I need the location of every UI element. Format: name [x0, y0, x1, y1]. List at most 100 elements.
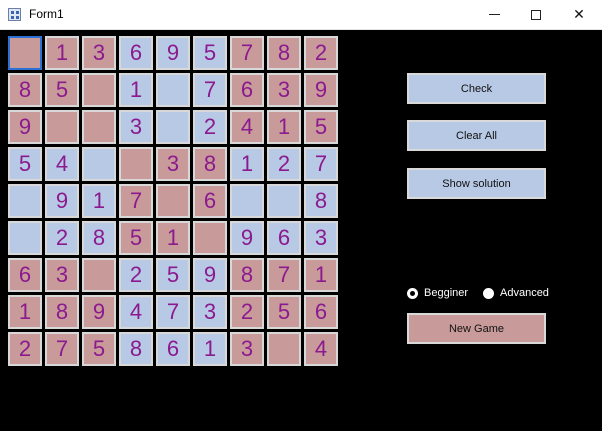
sudoku-cell-r9-c9[interactable]: 4: [304, 332, 338, 366]
maximize-icon: [531, 9, 541, 20]
sudoku-cell-r4-c3[interactable]: [82, 147, 116, 181]
close-button[interactable]: ✕: [556, 0, 602, 29]
sudoku-cell-r1-c5[interactable]: 9: [156, 36, 190, 70]
sudoku-cell-r9-c2[interactable]: 7: [45, 332, 79, 366]
sudoku-cell-r8-c9[interactable]: 6: [304, 295, 338, 329]
sudoku-cell-r8-c6[interactable]: 3: [193, 295, 227, 329]
sudoku-cell-r5-c9[interactable]: 8: [304, 184, 338, 218]
sudoku-cell-r6-c6[interactable]: [193, 221, 227, 255]
sudoku-cell-r3-c7[interactable]: 4: [230, 110, 264, 144]
sudoku-cell-r2-c4[interactable]: 1: [119, 73, 153, 107]
beginner-radio-dot[interactable]: [407, 287, 418, 299]
sudoku-cell-r7-c5[interactable]: 5: [156, 258, 190, 292]
sudoku-cell-r7-c1[interactable]: 6: [8, 258, 42, 292]
sudoku-cell-r1-c8[interactable]: 8: [267, 36, 301, 70]
sudoku-cell-r7-c3[interactable]: [82, 258, 116, 292]
sudoku-cell-r3-c6[interactable]: 2: [193, 110, 227, 144]
sudoku-cell-r8-c5[interactable]: 7: [156, 295, 190, 329]
sudoku-cell-r6-c3[interactable]: 8: [82, 221, 116, 255]
sudoku-cell-r2-c3[interactable]: [82, 73, 116, 107]
sudoku-cell-r7-c6[interactable]: 9: [193, 258, 227, 292]
sudoku-cell-r9-c7[interactable]: 3: [230, 332, 264, 366]
advanced-radio-label: Advanced: [500, 287, 549, 299]
sudoku-cell-r6-c5[interactable]: 1: [156, 221, 190, 255]
sudoku-cell-r2-c5[interactable]: [156, 73, 190, 107]
sudoku-cell-r1-c6[interactable]: 5: [193, 36, 227, 70]
sudoku-cell-r1-c4[interactable]: 6: [119, 36, 153, 70]
sudoku-cell-r1-c7[interactable]: 7: [230, 36, 264, 70]
sudoku-cell-r8-c2[interactable]: 8: [45, 295, 79, 329]
sudoku-cell-r8-c1[interactable]: 1: [8, 295, 42, 329]
sudoku-cell-r9-c5[interactable]: 6: [156, 332, 190, 366]
sudoku-cell-r4-c5[interactable]: 3: [156, 147, 190, 181]
sudoku-cell-r4-c8[interactable]: 2: [267, 147, 301, 181]
sudoku-cell-r7-c9[interactable]: 1: [304, 258, 338, 292]
sudoku-cell-r9-c4[interactable]: 8: [119, 332, 153, 366]
sudoku-cell-r2-c6[interactable]: 7: [193, 73, 227, 107]
check-button-label: Check: [460, 82, 493, 95]
sudoku-cell-r8-c8[interactable]: 5: [267, 295, 301, 329]
sudoku-cell-r2-c7[interactable]: 6: [230, 73, 264, 107]
sudoku-cell-r6-c1[interactable]: [8, 221, 42, 255]
sudoku-cell-r1-c3[interactable]: 3: [82, 36, 116, 70]
sudoku-cell-r3-c5[interactable]: [156, 110, 190, 144]
new-game-button[interactable]: New Game: [407, 313, 546, 344]
sudoku-cell-r9-c3[interactable]: 5: [82, 332, 116, 366]
sudoku-cell-r3-c3[interactable]: [82, 110, 116, 144]
sudoku-cell-r6-c7[interactable]: 9: [230, 221, 264, 255]
title-bar: Form1 ✕: [0, 0, 602, 30]
sudoku-cell-r9-c8[interactable]: [267, 332, 301, 366]
sudoku-cell-r8-c7[interactable]: 2: [230, 295, 264, 329]
sudoku-cell-r3-c1[interactable]: 9: [8, 110, 42, 144]
sudoku-cell-r3-c2[interactable]: [45, 110, 79, 144]
sudoku-cell-r2-c2[interactable]: 5: [45, 73, 79, 107]
sudoku-cell-r5-c8[interactable]: [267, 184, 301, 218]
sudoku-cell-r3-c4[interactable]: 3: [119, 110, 153, 144]
sudoku-cell-r2-c9[interactable]: 9: [304, 73, 338, 107]
sudoku-cell-r4-c7[interactable]: 1: [230, 147, 264, 181]
sudoku-cell-r3-c9[interactable]: 5: [304, 110, 338, 144]
sudoku-cell-r6-c8[interactable]: 6: [267, 221, 301, 255]
sudoku-cell-r5-c4[interactable]: 7: [119, 184, 153, 218]
window-title: Form1: [29, 7, 64, 21]
sudoku-cell-r4-c1[interactable]: 5: [8, 147, 42, 181]
sudoku-cell-r5-c3[interactable]: 1: [82, 184, 116, 218]
sudoku-cell-r5-c2[interactable]: 9: [45, 184, 79, 218]
sudoku-cell-r7-c8[interactable]: 7: [267, 258, 301, 292]
sudoku-cell-r5-c7[interactable]: [230, 184, 264, 218]
sudoku-cell-r1-c2[interactable]: 1: [45, 36, 79, 70]
sudoku-cell-r4-c4[interactable]: [119, 147, 153, 181]
sudoku-cell-r2-c1[interactable]: 8: [8, 73, 42, 107]
sudoku-cell-r4-c6[interactable]: 8: [193, 147, 227, 181]
beginner-radio[interactable]: Begginer: [407, 287, 468, 299]
app-icon: [8, 8, 21, 21]
sudoku-cell-r1-c9[interactable]: 2: [304, 36, 338, 70]
minimize-button[interactable]: [471, 0, 517, 29]
show-solution-button[interactable]: Show solution: [407, 168, 546, 199]
sudoku-cell-r7-c7[interactable]: 8: [230, 258, 264, 292]
sudoku-cell-r5-c5[interactable]: [156, 184, 190, 218]
sudoku-cell-r6-c4[interactable]: 5: [119, 221, 153, 255]
advanced-radio[interactable]: Advanced: [483, 287, 549, 299]
sudoku-cell-r9-c6[interactable]: 1: [193, 332, 227, 366]
sudoku-cell-r5-c6[interactable]: 6: [193, 184, 227, 218]
sudoku-cell-r4-c2[interactable]: 4: [45, 147, 79, 181]
advanced-radio-dot[interactable]: [483, 287, 494, 299]
sudoku-cell-r8-c3[interactable]: 9: [82, 295, 116, 329]
close-icon: ✕: [573, 6, 585, 22]
sudoku-cell-r3-c8[interactable]: 1: [267, 110, 301, 144]
sudoku-cell-r1-c1[interactable]: [8, 36, 42, 70]
maximize-button[interactable]: [513, 0, 559, 29]
sudoku-cell-r6-c9[interactable]: 3: [304, 221, 338, 255]
sudoku-cell-r7-c4[interactable]: 2: [119, 258, 153, 292]
sudoku-grid: 1369578285176399324155438127917682851963…: [8, 36, 341, 369]
clear-all-button[interactable]: Clear All: [407, 120, 546, 151]
sudoku-cell-r8-c4[interactable]: 4: [119, 295, 153, 329]
sudoku-cell-r7-c2[interactable]: 3: [45, 258, 79, 292]
check-button[interactable]: Check: [407, 73, 546, 104]
sudoku-cell-r5-c1[interactable]: [8, 184, 42, 218]
sudoku-cell-r6-c2[interactable]: 2: [45, 221, 79, 255]
sudoku-cell-r4-c9[interactable]: 7: [304, 147, 338, 181]
sudoku-cell-r9-c1[interactable]: 2: [8, 332, 42, 366]
sudoku-cell-r2-c8[interactable]: 3: [267, 73, 301, 107]
